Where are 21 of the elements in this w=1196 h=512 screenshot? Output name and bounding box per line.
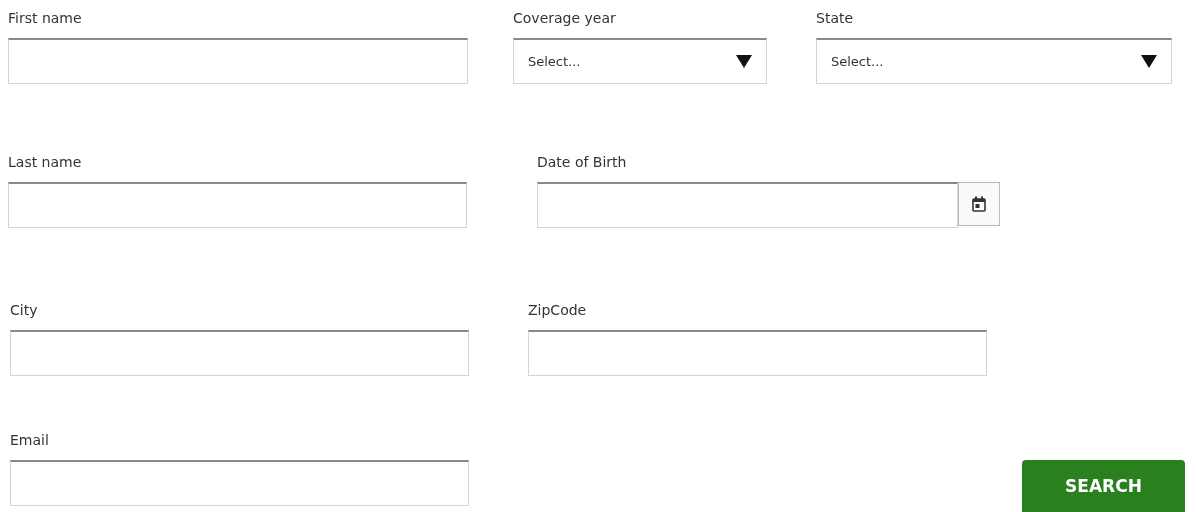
dropdown-arrow-icon — [736, 55, 752, 68]
text-field[interactable] — [10, 460, 469, 506]
search-button[interactable]: SEARCH — [1022, 460, 1185, 512]
field-label: Email — [10, 431, 50, 450]
dropdown[interactable]: Select... — [816, 38, 1172, 84]
field-label: First name — [8, 9, 83, 28]
calendar-button[interactable] — [958, 182, 1000, 226]
text-field[interactable] — [8, 182, 467, 228]
field-label: ZipCode — [528, 301, 588, 320]
text-field[interactable] — [10, 330, 469, 376]
calendar-icon — [972, 196, 986, 212]
field-label: Coverage year — [513, 9, 617, 28]
field-label: City — [10, 301, 39, 320]
dropdown-arrow-icon — [1141, 55, 1157, 68]
field-label: Last name — [8, 153, 83, 172]
field-label: Date of Birth — [537, 153, 628, 172]
date-field[interactable] — [537, 182, 958, 228]
text-field[interactable] — [8, 38, 468, 84]
dropdown[interactable]: Select... — [513, 38, 767, 84]
field-label: State — [816, 9, 855, 28]
text-field[interactable] — [528, 330, 987, 376]
